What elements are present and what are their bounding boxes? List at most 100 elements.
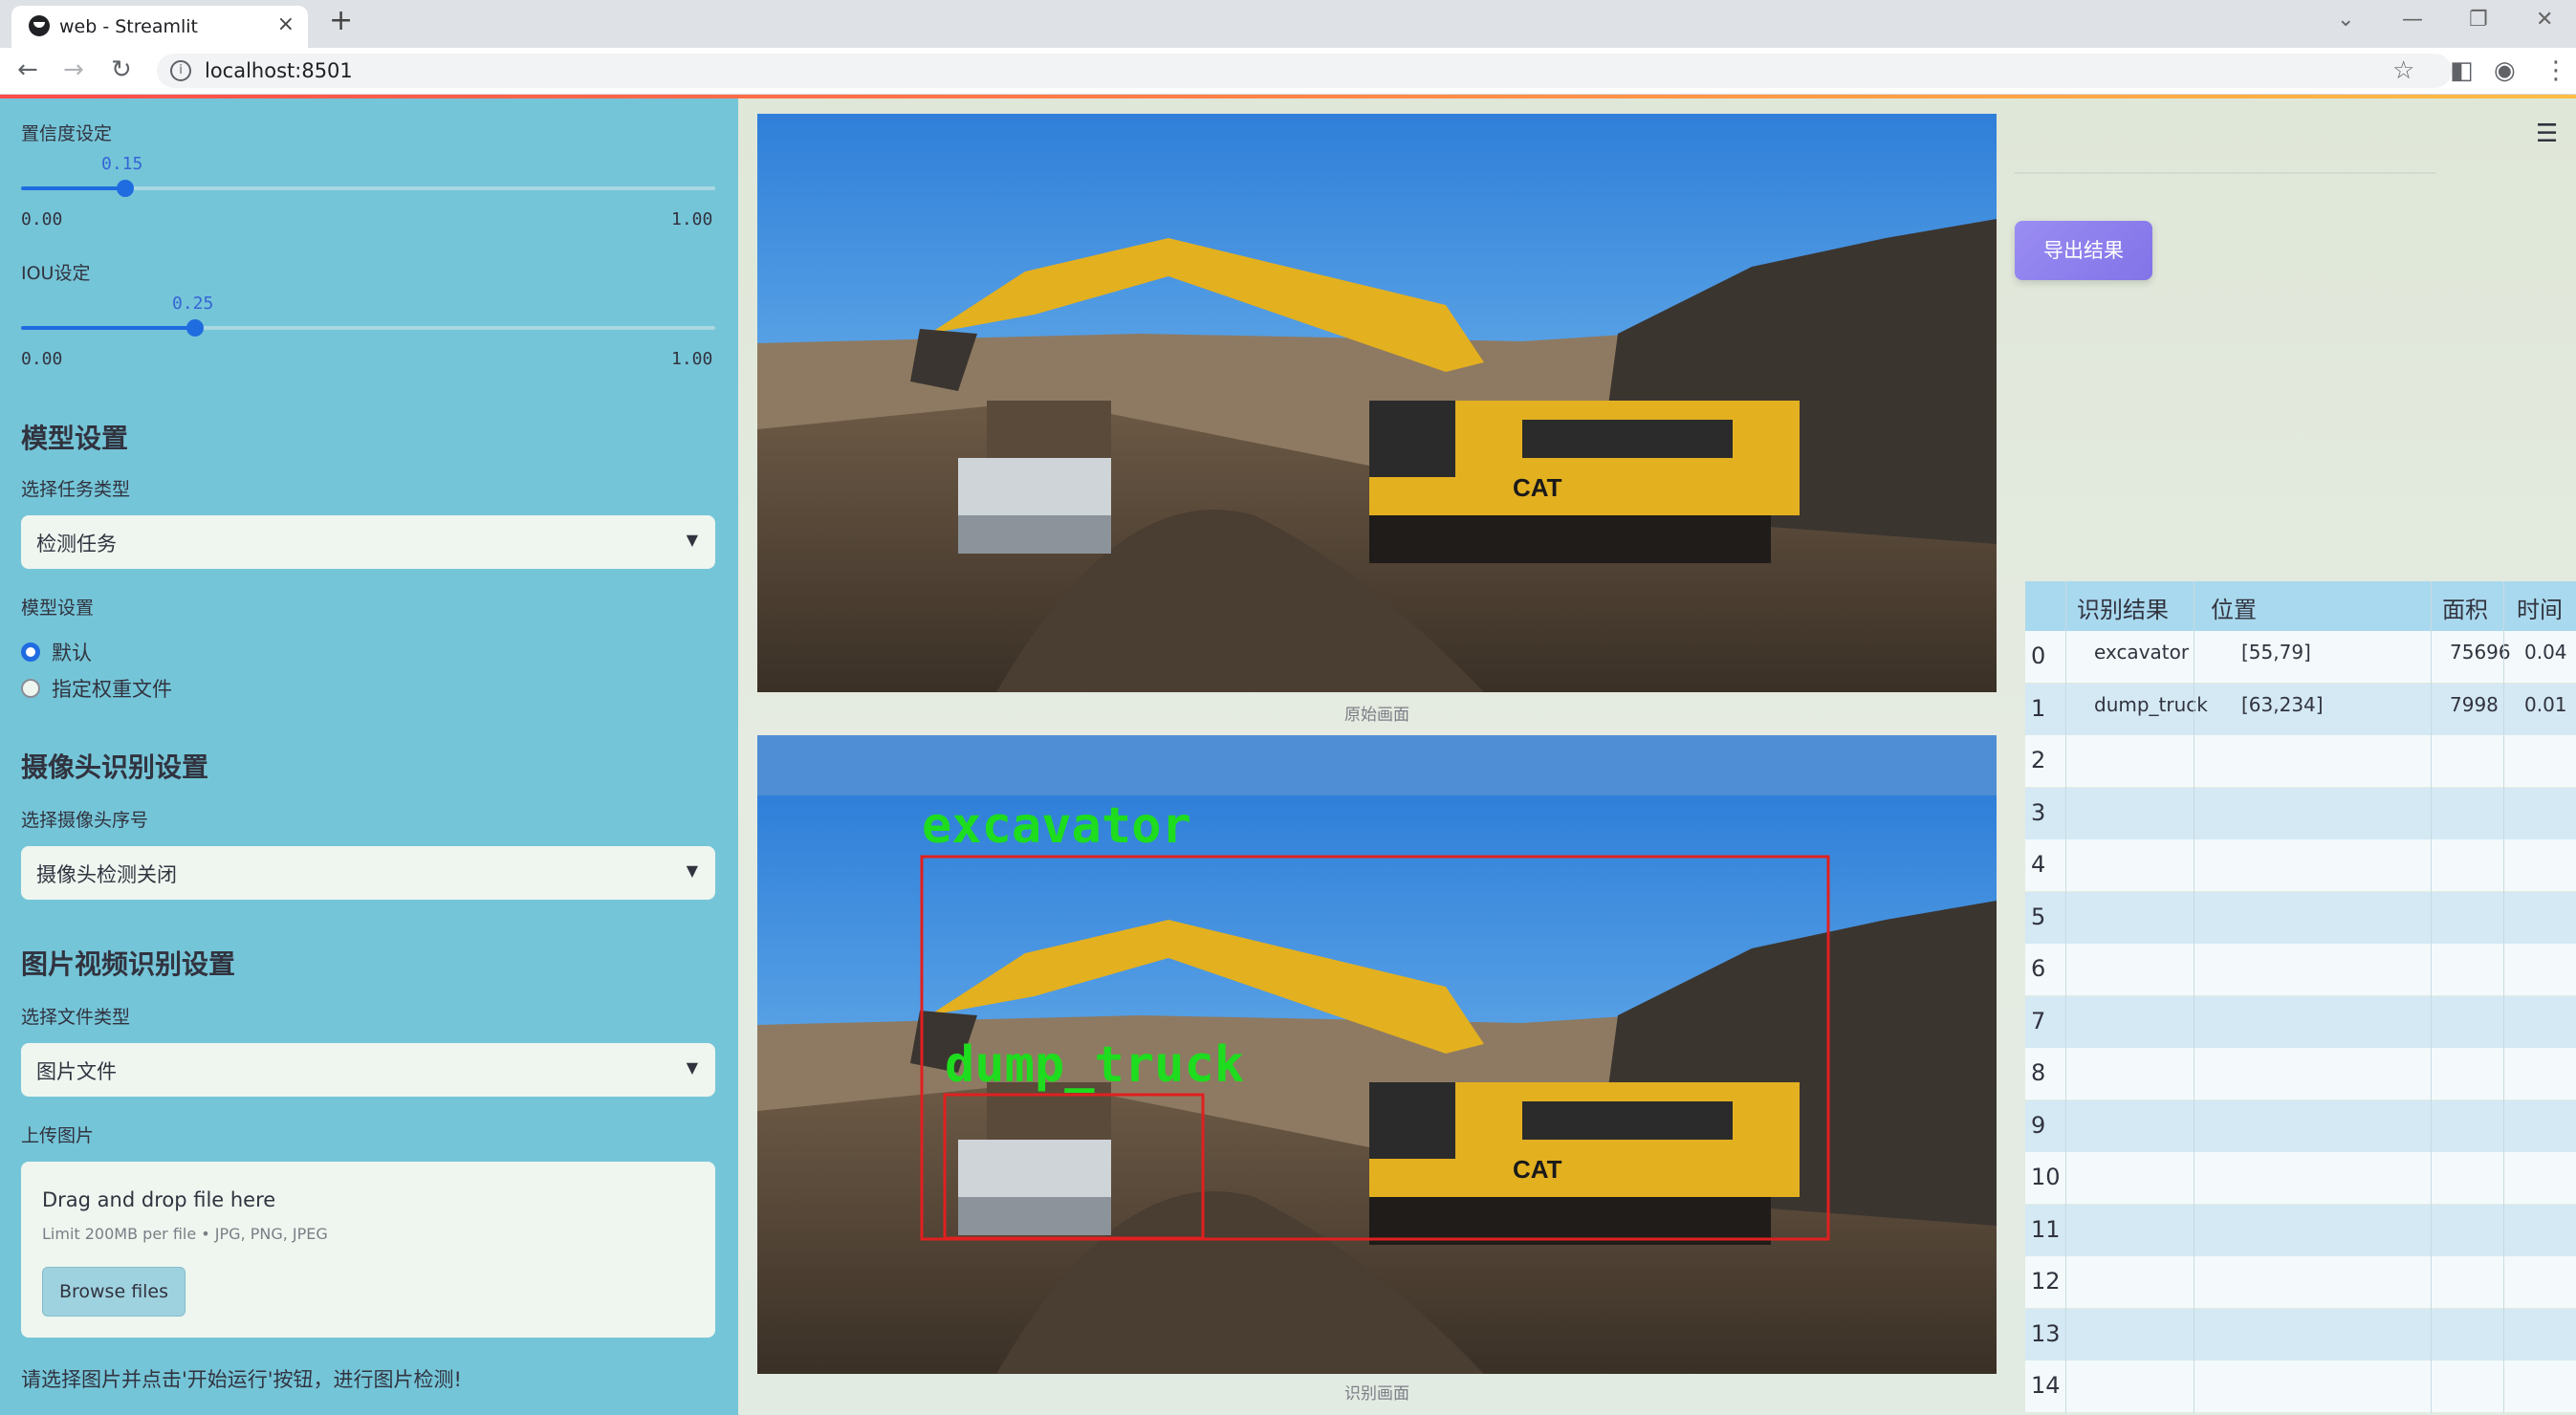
column-separator [2065, 581, 2066, 1413]
row-time: 0.04 [2524, 641, 2567, 664]
table-row[interactable]: 6 [2025, 944, 2576, 995]
dropzone-limit: Limit 200MB per file • JPG, PNG, JPEG [42, 1225, 328, 1243]
header-result: 识别结果 [2077, 597, 2169, 623]
reload-icon[interactable]: ↻ [111, 55, 132, 84]
browser-tab-bar: web - Streamlit × + ⌄ — ❐ ✕ [0, 0, 2576, 48]
table-row[interactable]: 0 excavator [55,79] 75696 0.04 [2025, 631, 2576, 683]
upload-label: 上传图片 [21, 1125, 95, 1146]
dropzone-title: Drag and drop file here [42, 1188, 276, 1211]
row-index: 12 [2031, 1268, 2061, 1295]
camera-index-label: 选择摄像头序号 [21, 810, 149, 831]
model-settings-heading: 模型设置 [21, 423, 129, 454]
row-index: 9 [2031, 1111, 2046, 1139]
table-row[interactable]: 2 [2025, 735, 2576, 787]
restore-icon[interactable]: ❐ [2469, 8, 2488, 32]
camera-settings-heading: 摄像头识别设置 [21, 751, 209, 783]
radio-default-label: 默认 [52, 642, 92, 664]
confidence-slider[interactable] [21, 180, 715, 197]
table-row[interactable]: 8 [2025, 1048, 2576, 1099]
confidence-slider-thumb[interactable] [116, 180, 134, 197]
address-bar: ← → ↻ i localhost:8501 ☆ ◧ ◉ ⋮ [0, 48, 2576, 95]
camera-select[interactable]: 摄像头检测关闭 ▼ [21, 846, 715, 900]
header-area: 面积 [2442, 597, 2488, 623]
streamlit-favicon-icon [29, 15, 50, 36]
row-area: 75696 [2450, 641, 2511, 664]
export-results-button[interactable]: 导出结果 [2015, 221, 2152, 280]
row-index: 4 [2031, 851, 2046, 878]
confidence-label: 置信度设定 [21, 123, 113, 144]
close-tab-icon[interactable]: × [277, 12, 295, 36]
row-index: 10 [2031, 1164, 2061, 1190]
row-index: 6 [2031, 955, 2046, 982]
table-row[interactable]: 14 [2025, 1361, 2576, 1412]
hamburger-menu-icon[interactable]: ☰ [2536, 120, 2558, 148]
minimize-icon[interactable]: — [2402, 8, 2423, 32]
row-index: 8 [2031, 1059, 2046, 1086]
sidebar: 置信度设定 0.15 0.00 1.00 IOU设定 0.25 0.00 1.0… [0, 98, 738, 1415]
file-type-value: 图片文件 [36, 1060, 117, 1083]
radio-custom-weights[interactable]: 指定权重文件 [21, 674, 172, 703]
header-time: 时间 [2517, 597, 2563, 623]
row-position: [55,79] [2241, 641, 2311, 664]
iou-slider-thumb[interactable] [186, 319, 204, 337]
row-index: 2 [2031, 747, 2046, 773]
table-row[interactable]: 1 dump_truck [63,234] 7998 0.01 [2025, 683, 2576, 735]
table-row[interactable]: 10 [2025, 1152, 2576, 1204]
file-type-select[interactable]: 图片文件 ▼ [21, 1043, 715, 1097]
excavator-detection-label: excavator [922, 797, 1191, 855]
confidence-value: 0.15 [101, 154, 143, 174]
iou-slider-fill [21, 326, 195, 330]
column-separator [2503, 581, 2504, 1413]
new-tab-icon[interactable]: + [329, 4, 353, 37]
browse-files-button[interactable]: Browse files [42, 1267, 186, 1317]
divider [2015, 172, 2435, 174]
profile-avatar-icon[interactable]: ◉ [2494, 56, 2516, 85]
row-result: dump_truck [2094, 692, 2208, 716]
iou-max: 1.00 [671, 349, 713, 369]
bookmark-star-icon[interactable]: ☆ [2392, 56, 2414, 85]
url-field[interactable]: i localhost:8501 [157, 54, 2452, 88]
back-icon[interactable]: ← [17, 55, 38, 84]
row-index: 13 [2031, 1319, 2061, 1347]
radio-custom-weights-label: 指定权重文件 [52, 678, 172, 701]
radio-selected-icon [21, 642, 40, 662]
table-row[interactable]: 13 [2025, 1308, 2576, 1361]
row-area: 7998 [2450, 692, 2499, 716]
iou-slider[interactable] [21, 319, 715, 337]
radio-default[interactable]: 默认 [21, 638, 92, 666]
file-settings-heading: 图片视频识别设置 [21, 948, 236, 980]
result-image: excavator dump_truck [757, 735, 1997, 1374]
row-index: 11 [2031, 1215, 2061, 1243]
close-window-icon[interactable]: ✕ [2536, 8, 2553, 32]
table-row[interactable]: 3 [2025, 787, 2576, 839]
original-photo [757, 114, 1997, 692]
chevron-down-icon: ▼ [686, 861, 698, 880]
tab-title: web - Streamlit [59, 16, 198, 37]
model-select-label: 模型设置 [21, 598, 95, 619]
forward-icon[interactable]: → [63, 55, 84, 84]
task-type-select[interactable]: 检测任务 ▼ [21, 515, 715, 569]
side-panel-icon[interactable]: ◧ [2450, 56, 2474, 85]
table-row[interactable]: 12 [2025, 1256, 2576, 1308]
file-dropzone[interactable]: Drag and drop file here Limit 200MB per … [21, 1162, 715, 1338]
result-photo: excavator dump_truck [757, 735, 1997, 1374]
browser-menu-icon[interactable]: ⋮ [2543, 56, 2568, 85]
table-row[interactable]: 4 [2025, 839, 2576, 891]
file-type-label: 选择文件类型 [21, 1007, 131, 1028]
confidence-max: 1.00 [671, 209, 713, 229]
chevron-down-icon: ▼ [686, 1058, 698, 1077]
header-position: 位置 [2211, 597, 2257, 623]
table-row[interactable]: 5 [2025, 891, 2576, 944]
tab-search-chevron-icon[interactable]: ⌄ [2337, 8, 2354, 32]
task-type-value: 检测任务 [36, 533, 117, 555]
row-index: 3 [2031, 798, 2046, 826]
site-info-icon[interactable]: i [170, 60, 191, 81]
table-row[interactable]: 11 [2025, 1204, 2576, 1256]
table-row[interactable]: 7 [2025, 995, 2576, 1048]
url-text: localhost:8501 [205, 59, 353, 82]
row-index: 7 [2031, 1007, 2046, 1034]
table-row[interactable]: 9 [2025, 1099, 2576, 1152]
task-type-label: 选择任务类型 [21, 479, 131, 500]
browser-tab[interactable]: web - Streamlit × [11, 6, 308, 48]
row-index: 0 [2031, 642, 2046, 669]
